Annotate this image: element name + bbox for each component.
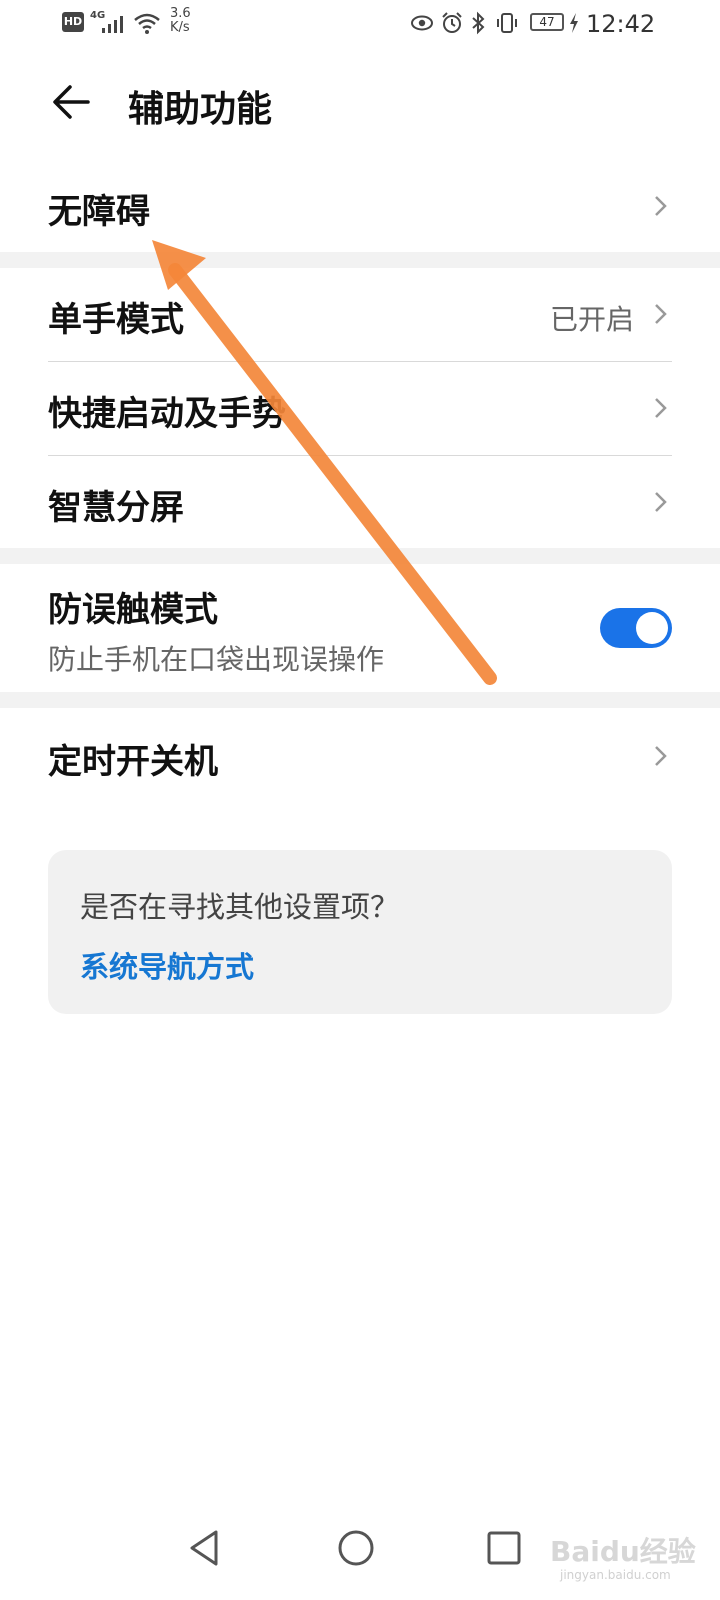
watermark-url: jingyan.baidu.com [560, 1568, 671, 1582]
back-triangle-icon[interactable] [186, 1528, 222, 1568]
list-item-sublabel: 防止手机在口袋出现误操作 [48, 643, 385, 676]
list-item-label: 定时开关机 [48, 742, 218, 782]
toggle-knob [636, 612, 668, 644]
suggestion-card: 是否在寻找其他设置项？ 系统导航方式 [48, 850, 672, 1014]
list-item-pocket-mode[interactable]: 防误触模式 防止手机在口袋出现误操作 [0, 564, 720, 692]
home-circle-icon[interactable] [336, 1528, 376, 1568]
list-item-label: 智慧分屏 [48, 488, 184, 528]
pocket-mode-toggle[interactable] [600, 608, 672, 648]
wifi-icon [134, 13, 160, 34]
chevron-right-icon [655, 196, 667, 216]
chevron-right-icon [655, 492, 667, 512]
signal-icon: 4G [90, 10, 126, 34]
list-item-split-screen[interactable]: 智慧分屏 [0, 456, 720, 548]
alarm-icon [442, 12, 462, 33]
status-bar: HD 4G 3.6 K/s 47 12:42 [0, 0, 720, 50]
list-item-label: 快捷启动及手势 [48, 394, 286, 434]
bluetooth-icon [472, 11, 485, 35]
list-item-label: 无障碍 [48, 192, 150, 232]
hd-icon: HD [62, 12, 84, 32]
chevron-right-icon [655, 304, 667, 324]
eye-comfort-icon [411, 15, 433, 31]
list-item-label: 防误触模式 [48, 590, 218, 630]
list-item-scheduled-power[interactable]: 定时开关机 [0, 708, 720, 804]
section-gap [0, 548, 720, 564]
section-gap [0, 252, 720, 268]
suggestion-question: 是否在寻找其他设置项？ [80, 890, 400, 924]
chevron-right-icon [655, 746, 667, 766]
list-item-accessibility[interactable]: 无障碍 [0, 160, 720, 252]
status-value: 已开启 [549, 303, 634, 336]
clock: 12:42 [586, 10, 656, 38]
list-item-one-hand-mode[interactable]: 单手模式 已开启 [0, 268, 720, 360]
net-speed-unit: K/s [170, 20, 190, 36]
net-speed-value: 3.6 [170, 6, 191, 21]
watermark-logo: Baidu经验 [550, 1535, 696, 1568]
recents-square-icon[interactable] [486, 1530, 522, 1566]
vibrate-icon [497, 13, 517, 33]
list-item-shortcuts-gestures[interactable]: 快捷启动及手势 [0, 362, 720, 454]
page-title: 辅助功能 [128, 89, 273, 130]
battery-level: 47 [539, 15, 555, 29]
battery-icon: 47 [530, 13, 564, 31]
back-arrow-icon[interactable] [48, 78, 96, 126]
navigation-settings-link[interactable]: 系统导航方式 [80, 944, 254, 986]
chevron-right-icon [655, 398, 667, 418]
list-item-label: 单手模式 [48, 300, 184, 340]
section-gap [0, 692, 720, 708]
charging-icon [570, 13, 578, 33]
net-speed: 3.6 K/s [170, 6, 191, 36]
